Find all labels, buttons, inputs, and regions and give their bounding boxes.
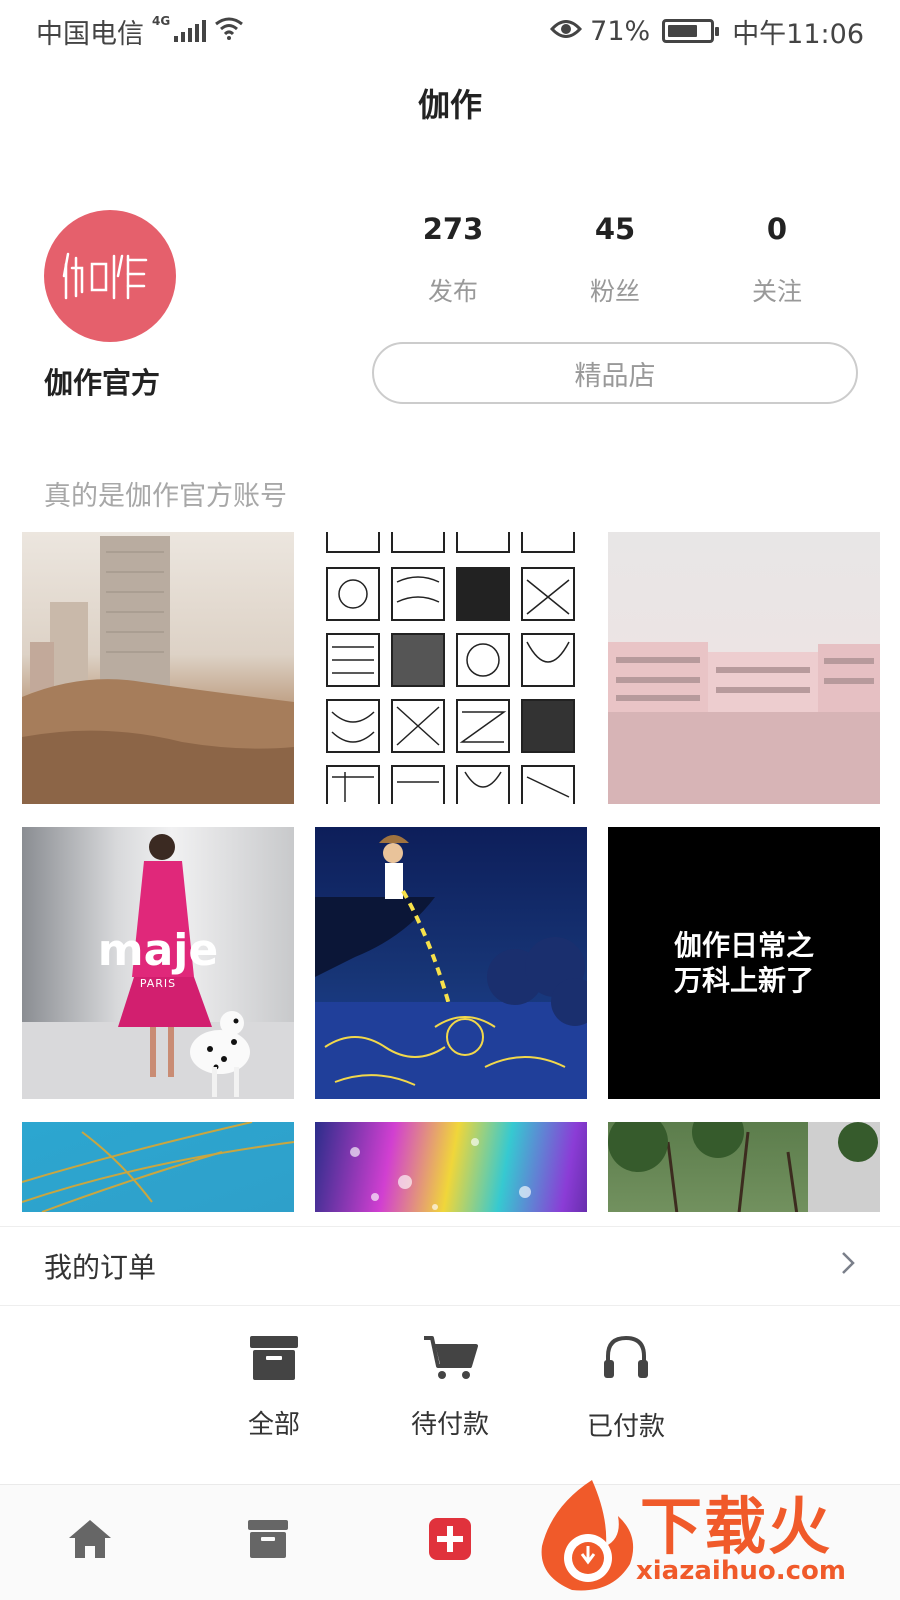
photo-grass-sky-image — [22, 1122, 294, 1212]
photo-pink-buildings[interactable] — [608, 532, 880, 804]
flame-logo-icon — [541, 1480, 634, 1591]
stat-label: 粉丝 — [589, 277, 640, 306]
photo-pattern-grid[interactable] — [315, 532, 587, 804]
order-unpaid-button[interactable]: 待付款 — [391, 1334, 509, 1474]
stat-following[interactable]: 0 关注 — [707, 212, 847, 308]
daily-text-label: 伽作日常之 万科上新了 — [673, 929, 814, 997]
stat-value: 273 — [422, 212, 484, 246]
photo-starry-illustration[interactable] — [315, 827, 587, 1099]
profile-bio: 真的是伽作官方账号 — [44, 481, 287, 512]
photo-daily-text[interactable]: 伽作日常之 万科上新了 — [608, 827, 880, 1099]
stat-label: 关注 — [751, 277, 802, 306]
battery-percent: 71% — [590, 15, 651, 47]
stat-label: 发布 — [427, 277, 478, 306]
photo-city-rocks-image — [22, 536, 294, 804]
photo-trees-image — [608, 1122, 880, 1212]
stat-value: 45 — [594, 212, 636, 246]
box-icon — [248, 1520, 288, 1558]
photo-pattern-grid-image — [326, 532, 575, 804]
photo-city-rocks[interactable] — [22, 532, 294, 804]
boutique-button[interactable]: 精品店 — [372, 342, 858, 404]
status-right: 71% 中午11:06 — [550, 12, 864, 51]
stat-posts[interactable]: 273 发布 — [383, 212, 523, 308]
maje-logo-subtext: PARIS — [139, 977, 177, 990]
photo-pink-buildings-image — [608, 642, 880, 804]
nav-home[interactable] — [62, 1511, 118, 1567]
wifi-icon — [214, 16, 244, 47]
order-unpaid-label: 待付款 — [410, 1410, 489, 1440]
headset-icon — [604, 1335, 648, 1378]
photo-iridescent[interactable] — [315, 1122, 587, 1212]
status-bar: 中国电信 4G 71% 中午11:06 — [0, 0, 900, 62]
profile-stats: 273 发布 45 粉丝 0 关注 — [372, 212, 858, 308]
my-orders-title: 我的订单 — [44, 1251, 157, 1284]
status-left: 中国电信 4G — [36, 12, 244, 51]
avatar[interactable] — [44, 210, 176, 342]
brand-logo-icon — [62, 252, 148, 300]
watermark-url: xiazaihuo.com — [636, 1556, 846, 1586]
order-all-button[interactable]: 全部 — [215, 1334, 333, 1474]
order-all-label: 全部 — [247, 1410, 300, 1440]
profile-name: 伽作官方 — [44, 366, 161, 400]
signal-icon — [174, 20, 207, 42]
stat-followers[interactable]: 45 粉丝 — [545, 212, 685, 308]
chevron-right-icon — [840, 1249, 856, 1284]
plus-icon — [429, 1518, 471, 1560]
maje-logo-text: maje — [97, 925, 219, 976]
stat-value: 0 — [766, 212, 788, 246]
eye-icon — [550, 16, 583, 47]
box-icon — [250, 1336, 298, 1380]
nav-publish[interactable] — [422, 1511, 478, 1567]
network-type-label: 4G — [152, 14, 171, 28]
photo-grass-sky[interactable] — [22, 1122, 294, 1212]
battery-fill — [668, 25, 697, 37]
carrier-label: 中国电信 — [36, 18, 144, 50]
page-title: 伽作 — [417, 86, 482, 124]
my-orders-row[interactable]: 我的订单 — [0, 1226, 900, 1306]
photo-starry-illustration-image — [315, 835, 587, 1099]
watermark-brand: 下载火 — [640, 1490, 833, 1563]
home-icon — [69, 1520, 111, 1558]
cart-icon — [424, 1336, 478, 1379]
photo-grid: maje PARIS 伽作日常之 万科上新了 — [22, 532, 880, 1212]
clock: 中午11:06 — [732, 18, 864, 50]
photo-maje-fashion[interactable]: maje PARIS — [22, 827, 294, 1099]
order-paid-label: 已付款 — [586, 1412, 665, 1442]
watermark: 下载火 xiazaihuo.com — [532, 1476, 894, 1594]
nav-orders[interactable] — [240, 1511, 296, 1567]
photo-trees[interactable] — [608, 1122, 880, 1212]
order-actions: 全部 待付款 已付款 — [0, 1306, 900, 1474]
order-paid-button[interactable]: 已付款 — [567, 1334, 685, 1474]
battery-icon — [662, 19, 720, 43]
photo-iridescent-image — [350, 1138, 531, 1210]
